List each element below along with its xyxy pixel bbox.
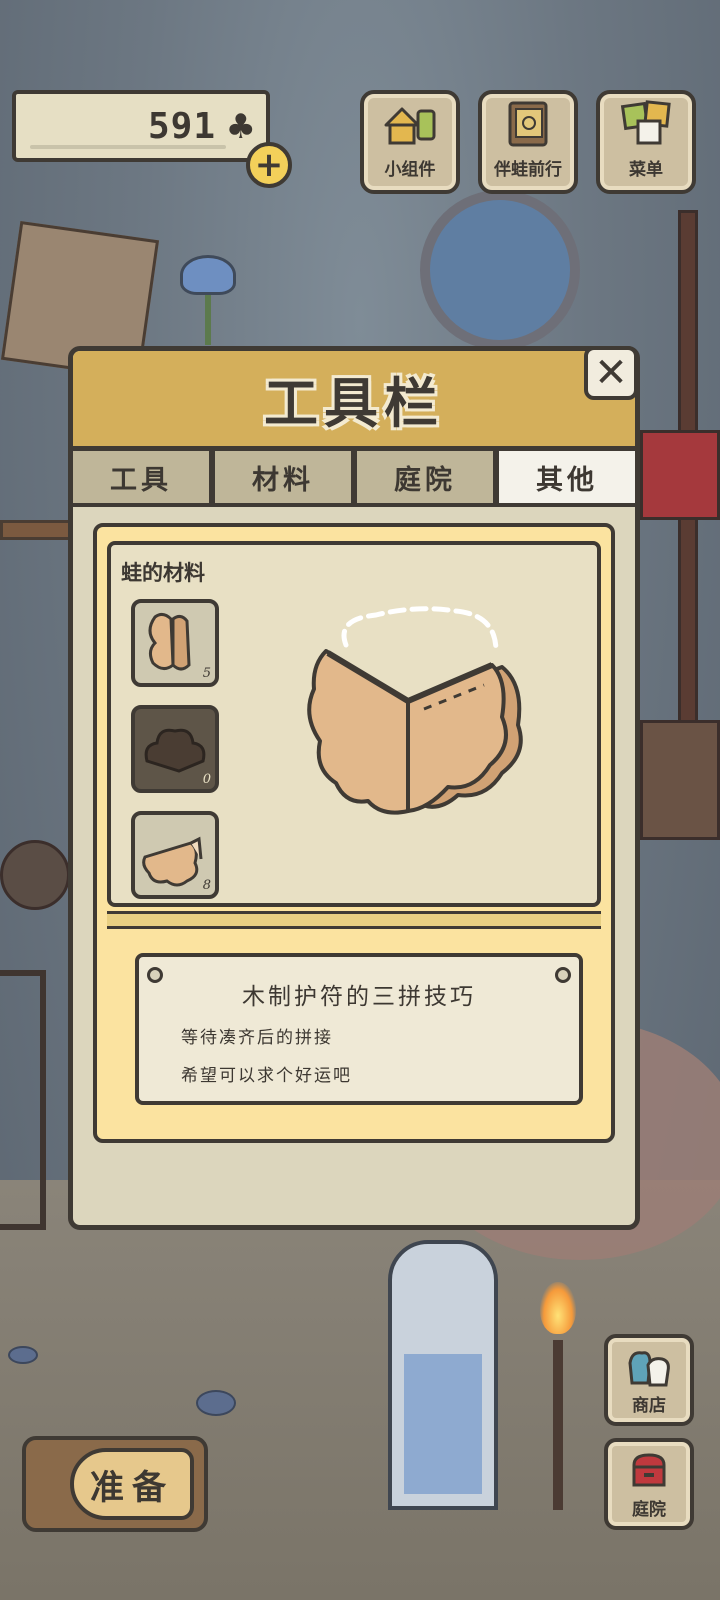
lamp-stand (553, 1340, 563, 1510)
close-icon: ✕ (594, 350, 628, 396)
garden-mailbox-icon (624, 1449, 674, 1493)
clover-count: 591 (147, 105, 216, 147)
tab-other[interactable]: 其他 (499, 451, 635, 503)
item-slot-2[interactable]: 0 (131, 705, 219, 793)
garden-button[interactable]: 庭院 (604, 1438, 694, 1530)
item-display: 蛙的材料 5 0 8 (107, 541, 601, 907)
divider-strip (107, 911, 601, 929)
item-count: 0 (202, 772, 211, 787)
flower-icon (180, 255, 236, 295)
lamp-flame-icon (540, 1282, 576, 1334)
content-frame: 蛙的材料 5 0 8 木制护符的三拼技巧 等待凑齐后的拼接 希望可以求个好运吧 (93, 523, 615, 1143)
pebble (196, 1390, 236, 1416)
shop-bags-icon (624, 1345, 674, 1389)
shop-button-label: 商店 (632, 1396, 666, 1416)
item-count: 8 (202, 878, 211, 893)
prepare-button-label: 准备 (90, 1467, 174, 1508)
frog-journey-button-label: 伴蛙前行 (494, 160, 562, 180)
folding-screen (388, 1240, 498, 1510)
menu-button-label: 菜单 (629, 160, 663, 180)
toolbar-panel: 工具栏 工具 材料 庭院 其他 蛙的材料 5 0 8 木制护符的三拼技巧 等待凑… (68, 346, 640, 1230)
tab-bar: 工具 材料 庭院 其他 (73, 451, 635, 507)
clover-icon: ♣ (225, 107, 256, 147)
tab-materials[interactable]: 材料 (215, 451, 351, 503)
item-slot-1[interactable]: 5 (131, 599, 219, 687)
garden-button-label: 庭院 (632, 1500, 666, 1520)
prepare-button[interactable]: 准备 (22, 1436, 208, 1532)
barrel (0, 840, 70, 910)
item-count: 5 (202, 666, 211, 681)
round-window (420, 190, 580, 350)
category-label: 蛙的材料 (121, 561, 205, 585)
shop-button[interactable]: 商店 (604, 1334, 694, 1426)
widget-icon (380, 99, 440, 149)
tab-tools[interactable]: 工具 (73, 451, 209, 503)
pebble (8, 1346, 38, 1364)
close-button[interactable]: ✕ (584, 346, 638, 400)
description-line-2: 希望可以求个好运吧 (181, 1066, 352, 1086)
tab-garden[interactable]: 庭院 (357, 451, 493, 503)
red-chest (640, 430, 720, 520)
description-line-1: 等待凑齐后的拼接 (181, 1028, 333, 1048)
add-clover-button[interactable]: + (246, 142, 292, 188)
item-slot-3[interactable]: 8 (131, 811, 219, 899)
menu-button[interactable]: 菜单 (596, 90, 696, 194)
description-title: 木制护符的三拼技巧 (242, 984, 476, 1010)
wooden-charm-icon (296, 605, 546, 835)
book-icon (498, 99, 558, 149)
panel-header: 工具栏 (73, 351, 635, 451)
widget-button-label: 小组件 (384, 160, 436, 180)
plus-icon: + (254, 145, 284, 185)
frog-journey-button[interactable]: 伴蛙前行 (478, 90, 578, 194)
panel-title: 工具栏 (264, 372, 444, 435)
description-card: 木制护符的三拼技巧 等待凑齐后的拼接 希望可以求个好运吧 (135, 953, 583, 1105)
clover-counter: 591 ♣ (12, 90, 270, 162)
widget-button[interactable]: 小组件 (360, 90, 460, 194)
mirror-frame (0, 970, 46, 1230)
menu-cards-icon (616, 99, 676, 149)
prepare-button-face: 准备 (70, 1448, 194, 1520)
side-table (640, 720, 720, 840)
